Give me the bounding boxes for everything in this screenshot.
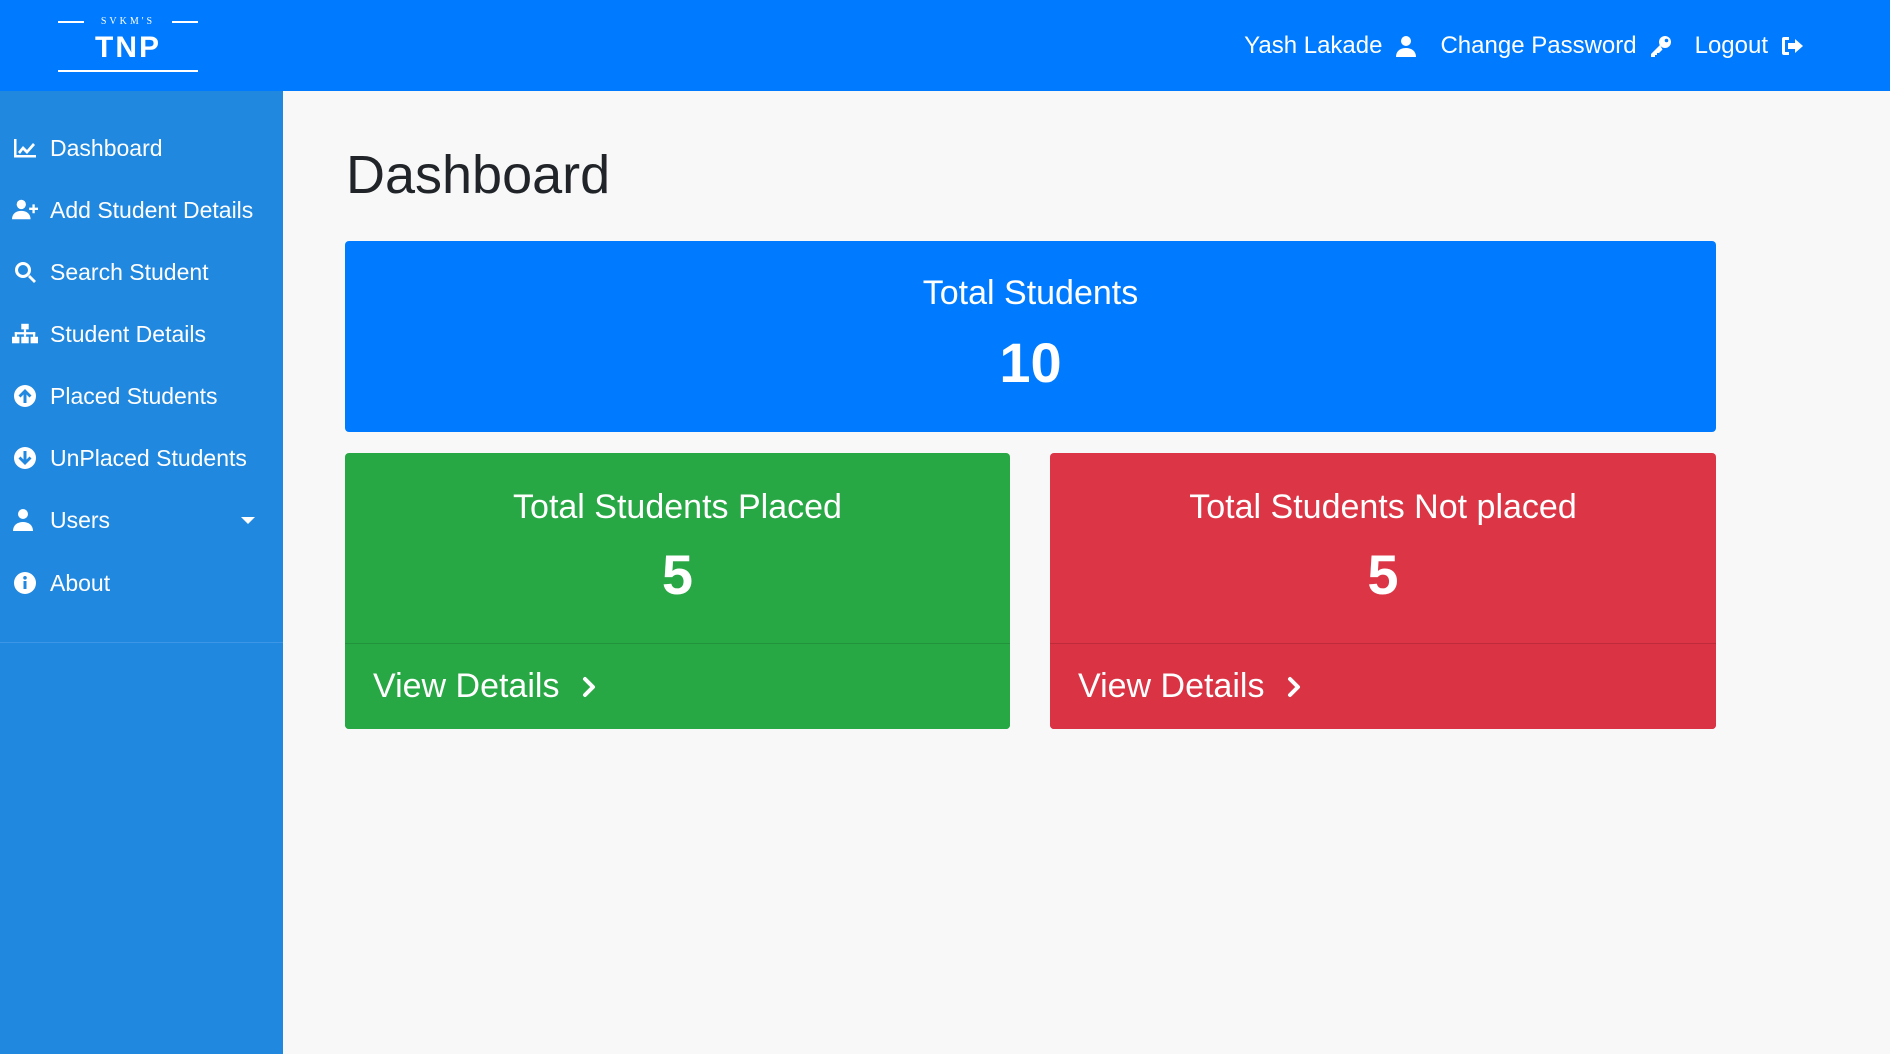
top-nav-links: Yash Lakade Change Password Logout	[1222, 26, 1804, 66]
caret-down-icon[interactable]	[241, 517, 255, 524]
logo-divider-right	[172, 21, 198, 23]
sign-out-icon	[1782, 37, 1803, 55]
not-placed-students-title: Total Students Not placed	[1189, 488, 1577, 526]
change-password-link[interactable]: Change Password	[1440, 32, 1672, 60]
sidebar-item-about[interactable]: About	[0, 558, 283, 608]
user-icon	[1396, 36, 1417, 57]
brand-name: TNP	[95, 31, 161, 64]
sidebar-menu: Dashboard Add Student Details Search Stu…	[0, 91, 283, 643]
main-content: Dashboard Total Students 10 Total Studen…	[283, 91, 1890, 1054]
sidebar-item-label: Users	[50, 506, 111, 533]
search-icon	[15, 262, 36, 283]
brand-logo[interactable]: SVKM'S TNP	[58, 12, 198, 74]
sidebar: Dashboard Add Student Details Search Stu…	[0, 91, 283, 1054]
chevron-right-icon	[1288, 676, 1301, 697]
arrow-circle-up-icon	[14, 385, 36, 407]
sidebar-item-label: About	[50, 569, 111, 596]
sidebar-item-label: Placed Students	[50, 382, 218, 409]
total-students-count: 10	[999, 331, 1062, 394]
sidebar-item-label: UnPlaced Students	[50, 444, 247, 471]
sidebar-item-label: Search Student	[50, 258, 209, 285]
user-icon	[13, 509, 33, 531]
logo-divider-left	[58, 21, 84, 23]
brand-small-text: SVKM'S	[100, 16, 156, 27]
sidebar-item-label: Add Student Details	[50, 196, 254, 223]
total-students-card: Total Students 10	[345, 241, 1716, 432]
change-password-label: Change Password	[1440, 32, 1637, 59]
placed-students-title: Total Students Placed	[513, 488, 842, 526]
sidebar-item-add-student[interactable]: Add Student Details	[0, 185, 283, 235]
brand-logo-top: SVKM'S	[58, 14, 198, 30]
chart-line-icon	[14, 139, 36, 158]
not-placed-students-count: 5	[1367, 543, 1399, 606]
user-plus-icon	[12, 199, 38, 220]
placed-students-card: Total Students Placed 5 View Details	[345, 453, 1010, 729]
arrow-circle-down-icon	[14, 447, 36, 469]
key-icon	[1650, 36, 1671, 57]
view-details-label: View Details	[373, 667, 560, 705]
logo-underline	[58, 70, 198, 72]
logout-link[interactable]: Logout	[1695, 32, 1804, 60]
sitemap-icon	[12, 323, 38, 344]
not-placed-view-details-link[interactable]: View Details	[1050, 643, 1716, 729]
sidebar-item-search-student[interactable]: Search Student	[0, 247, 283, 297]
sidebar-item-placed-students[interactable]: Placed Students	[0, 371, 283, 421]
sidebar-item-label: Dashboard	[50, 134, 163, 161]
total-students-title: Total Students	[922, 274, 1139, 312]
not-placed-students-card: Total Students Not placed 5 View Details	[1050, 453, 1716, 729]
placed-students-count: 5	[661, 543, 694, 606]
view-details-label: View Details	[1078, 667, 1265, 705]
user-profile-link[interactable]: Yash Lakade	[1244, 32, 1418, 60]
sidebar-item-unplaced-students[interactable]: UnPlaced Students	[0, 433, 283, 483]
sidebar-item-label: Student Details	[50, 320, 206, 347]
sidebar-item-users[interactable]: Users	[0, 495, 283, 545]
sidebar-item-student-details[interactable]: Student Details	[0, 309, 283, 359]
top-navbar: SVKM'S TNP Yash Lakade Change Password L…	[0, 0, 1890, 91]
logout-label: Logout	[1694, 32, 1768, 59]
chevron-right-icon	[583, 676, 596, 697]
user-name: Yash Lakade	[1244, 32, 1383, 59]
placed-view-details-link[interactable]: View Details	[345, 643, 1010, 729]
info-circle-icon	[14, 572, 36, 594]
page-title: Dashboard	[346, 145, 611, 205]
sidebar-item-dashboard[interactable]: Dashboard	[0, 123, 283, 173]
